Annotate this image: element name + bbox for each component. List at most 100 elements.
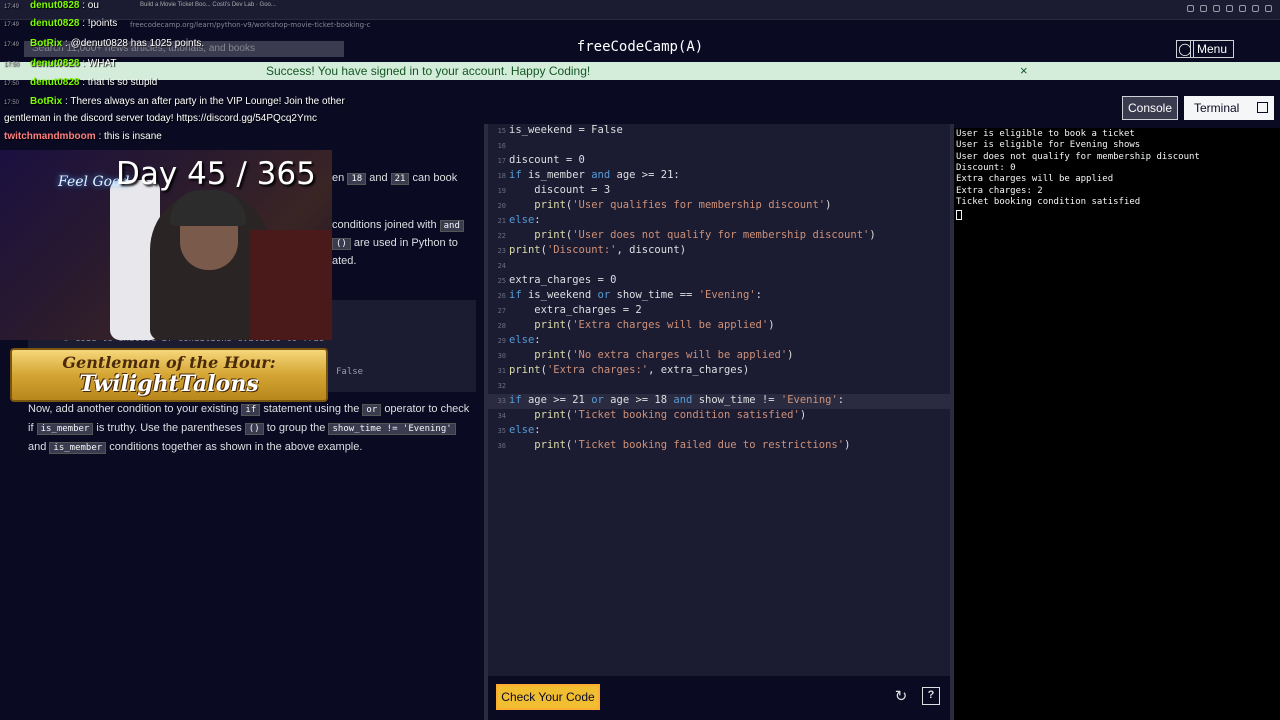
code-line[interactable]: 33 if age >= 21 or age >= 18 and show_tim… [488,394,950,409]
line-text[interactable]: print('Discount:', discount) [509,244,686,256]
menu-button[interactable]: Menu [1189,40,1234,58]
terminal-line: Extra charges will be applied [956,174,1114,185]
code-line[interactable]: 25 extra_charges = 0 [488,274,950,289]
terminal-button[interactable]: Terminal [1184,96,1274,120]
code-line[interactable]: 17 discount = 0 [488,154,950,169]
line-number: 18 [497,172,506,180]
code-line[interactable]: 28 print('Extra charges will be applied'… [488,319,950,334]
chat-username: denut0828 [30,58,80,69]
line-number: 23 [497,247,506,255]
chat-text: : this is insane [95,131,162,142]
terminal-line: Discount: 0 [956,162,1016,173]
line-text[interactable]: extra_charges = 0 [509,274,616,286]
code-editor[interactable]: 15 is_weekend = False 16 17 discount = 0 18 if… [488,124,950,676]
check-code-button[interactable]: Check Your Code [496,684,600,710]
line-text[interactable]: else: [509,424,541,436]
reset-icon[interactable]: ↻ [890,686,912,708]
line-number: 30 [497,352,506,360]
line-text[interactable]: print('Ticket booking failed due to rest… [509,439,850,451]
line-text[interactable]: if is_weekend or show_time == 'Evening': [509,289,762,301]
line-number: 24 [497,262,506,270]
line-text[interactable]: discount = 3 [509,184,610,196]
code-line[interactable]: 21 else: [488,214,950,229]
play-icon[interactable] [1226,5,1233,12]
line-text[interactable]: else: [509,334,541,346]
line-number: 20 [497,202,506,210]
line-number: 32 [497,382,506,390]
chat-timestamp: 17:49 [4,42,20,48]
instruction-fragment-4: ated. [332,255,357,267]
zoom-icon[interactable] [1187,5,1194,12]
help-icon[interactable]: ? [922,687,940,705]
chat-message: 17:49 denut0828 : ou [4,0,99,11]
chat-message: 17:49 denut0828 : !points [4,18,117,29]
code-line[interactable]: 26 if is_weekend or show_time == 'Evening… [488,289,950,304]
code-line[interactable]: 34 print('Ticket booking condition satis… [488,409,950,424]
browser-menu-icon[interactable] [1265,5,1272,12]
code-line[interactable]: 31 print('Extra charges:', extra_charges) [488,364,950,379]
code-line[interactable]: 24 [488,259,950,274]
line-text[interactable]: print('Extra charges will be applied') [509,319,774,331]
instruction-fragment-3: () are used in Python to [332,234,458,253]
line-number: 17 [497,157,506,165]
chat-text: : that is so stupid [79,77,158,88]
chat-message: 17:50 denut0828 : WHAT [4,58,117,69]
chat-message: 17:50 BotRix : Theres always an after par… [4,96,345,107]
favorite-icon[interactable] [1239,5,1246,12]
line-text[interactable]: discount = 0 [509,154,585,166]
day-counter: Day 45 / 365 [116,156,316,192]
terminal-cursor [956,210,962,220]
line-text[interactable]: print('User qualifies for membership dis… [509,199,831,211]
line-text[interactable]: print('No extra charges will be applied'… [509,349,793,361]
chat-text: : WHAT [79,58,117,69]
chat-username: denut0828 [30,0,80,11]
code-line[interactable]: 29 else: [488,334,950,349]
line-text[interactable]: is_weekend = False [509,124,623,136]
gentleman-of-the-hour-banner: Gentleman of the Hour: TwilightTalons [10,348,328,402]
code-line[interactable]: 15 is_weekend = False [488,124,950,139]
editor-action-bar: Check Your Code ↻ ? [488,676,950,720]
chat-timestamp: 17:50 [4,62,20,68]
bookmark-icon[interactable] [1200,5,1207,12]
browser-toolbar-icons [1187,5,1272,12]
chat-username: BotRix [30,38,63,49]
code-line[interactable]: 20 print('User qualifies for membership … [488,199,950,214]
profile-icon[interactable] [1252,5,1259,12]
chat-timestamp: 17:49 [4,22,20,28]
instruction-fragment-2: conditions joined with and [332,216,464,235]
line-number: 19 [497,187,506,195]
code-line[interactable]: 23 print('Discount:', discount) [488,244,950,259]
line-text[interactable]: print('Extra charges:', extra_charges) [509,364,749,376]
chat-message: 17:49 BotRix : @denut0828 has 1025 points… [4,38,204,49]
chat-text: : ou [79,0,99,11]
line-number: 34 [497,412,506,420]
code-line[interactable]: 18 if is_member and age >= 21: [488,169,950,184]
code-line[interactable]: 19 discount = 3 [488,184,950,199]
line-number: 16 [497,142,506,150]
chat-text: : !points [79,18,118,29]
code-line[interactable]: 30 print('No extra charges will be appli… [488,349,950,364]
line-text[interactable]: print('User does not qualify for members… [509,229,875,241]
console-button[interactable]: Console [1122,96,1178,120]
line-text[interactable]: if is_member and age >= 21: [509,169,680,181]
extension-icon[interactable] [1213,5,1220,12]
instruction-fragment-1: en 18 and 21 can book [332,172,458,185]
line-text[interactable]: if age >= 21 or age >= 18 and show_time … [509,394,844,406]
line-number: 26 [497,292,506,300]
code-line[interactable]: 22 print('User does not qualify for memb… [488,229,950,244]
line-number: 21 [497,217,506,225]
stream-chat-overlay: 17:49 denut0828 : ou 17:49 denut0828 : !poi… [0,0,400,150]
code-line[interactable]: 35 else: [488,424,950,439]
code-line[interactable]: 16 [488,139,950,154]
close-icon[interactable]: × [1020,63,1028,78]
code-line[interactable]: 32 [488,379,950,394]
banner-title: Gentleman of the Hour: [62,353,276,372]
chat-username: denut0828 [30,18,80,29]
line-text[interactable]: print('Ticket booking condition satisfie… [509,409,806,421]
line-text[interactable]: extra_charges = 2 [509,304,641,316]
code-line[interactable]: 36 print('Ticket booking failed due to r… [488,439,950,454]
line-text[interactable]: else: [509,214,541,226]
chat-message: twitchmandmboom : this is insane [4,131,162,142]
code-line[interactable]: 27 extra_charges = 2 [488,304,950,319]
line-number: 28 [497,322,506,330]
